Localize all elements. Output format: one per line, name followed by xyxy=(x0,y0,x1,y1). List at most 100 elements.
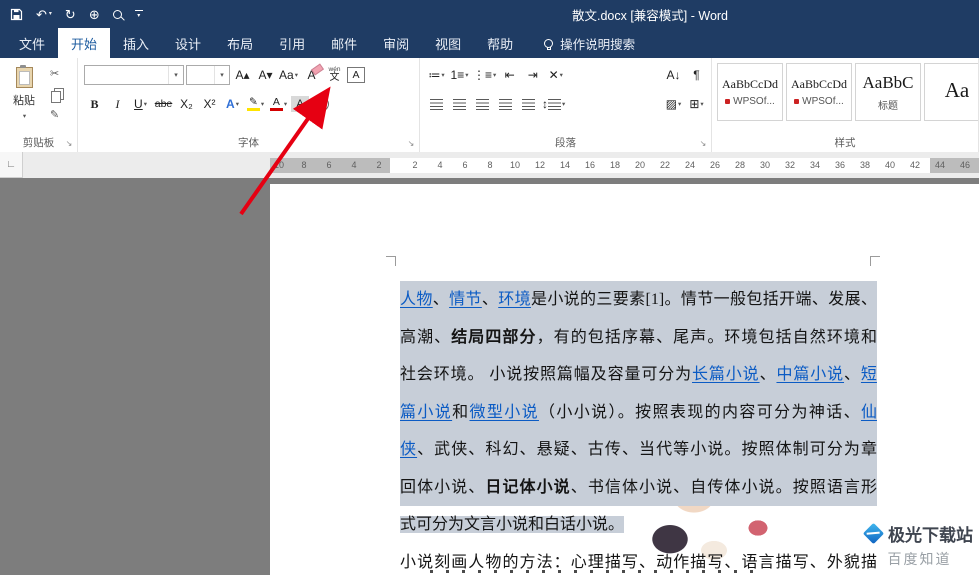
text-run: 、 xyxy=(481,291,499,308)
styles-group-label: 样式 xyxy=(834,137,856,149)
font-size-combo[interactable]: ▾ xyxy=(186,65,230,85)
style-card[interactable]: AaBbCcDd WPSOf... xyxy=(786,63,852,121)
customize-quick-access-icon[interactable]: ▾ xyxy=(135,10,143,19)
ribbon-tab[interactable]: 开始 xyxy=(58,28,111,58)
ribbon-tab[interactable]: 设计 xyxy=(162,28,214,58)
paragraph-dialog-launcher[interactable]: ↘ xyxy=(697,137,709,149)
clipboard-dialog-launcher[interactable]: ↘ xyxy=(63,137,75,149)
character-border-button[interactable]: A xyxy=(347,67,365,83)
cut-icon[interactable]: ✂ xyxy=(50,67,59,80)
chevron-down-icon[interactable]: ▾ xyxy=(49,11,52,17)
text-run: 、武侠、科幻、悬疑、古传、当代等小说。按照体制可分为章 xyxy=(417,441,877,458)
document-area: 人物、情节、环境是小说的三要素[1]。情节一般包括开端、发展、 高潮、结局四部分，… xyxy=(0,178,979,575)
text-effects-button[interactable]: A ▾ xyxy=(222,93,243,115)
align-left-icon xyxy=(430,98,443,110)
shading-button[interactable]: ▨ ▾ xyxy=(663,93,684,115)
style-card[interactable]: AaBbCcDd WPSOf... xyxy=(717,63,783,121)
save-icon[interactable] xyxy=(10,8,23,21)
asian-layout-button[interactable]: ✕ ▾ xyxy=(545,64,566,86)
hyperlink[interactable]: 情节 xyxy=(449,291,482,308)
jiguang-logo-icon xyxy=(862,522,885,545)
chevron-down-icon[interactable]: ▾ xyxy=(214,66,229,84)
italic-button[interactable]: I xyxy=(107,93,128,115)
borders-button[interactable]: ⊞ ▾ xyxy=(686,93,707,115)
clear-formatting-button[interactable]: A xyxy=(301,63,325,86)
multilevel-list-button[interactable]: ⋮≡ ▾ xyxy=(472,64,497,86)
tab-stop-selector[interactable]: ∟ xyxy=(0,152,23,178)
numbering-button[interactable]: 1≡ ▾ xyxy=(449,64,470,86)
ribbon-tab[interactable]: 插入 xyxy=(110,28,162,58)
text-run: 回体小说、 xyxy=(400,478,486,496)
paste-button[interactable]: 粘贴 ▾ xyxy=(5,64,43,130)
hyperlink[interactable]: 篇小说 xyxy=(400,404,452,421)
ribbon-tab[interactable]: 帮助 xyxy=(474,28,526,58)
hyperlink[interactable]: 环境 xyxy=(498,291,531,308)
tell-me-search[interactable]: 操作说明搜索 xyxy=(544,28,635,58)
character-shading-button[interactable]: A xyxy=(291,96,309,112)
sort-button[interactable]: A↓ xyxy=(663,64,684,86)
bullets-button[interactable]: ≔ ▾ xyxy=(426,64,447,86)
hyperlink[interactable]: 人物 xyxy=(400,291,433,308)
ribbon-tab[interactable]: 邮件 xyxy=(318,28,370,58)
ribbon-tab[interactable]: 布局 xyxy=(214,28,266,58)
style-card[interactable]: AaBbC 标题 xyxy=(855,63,921,121)
clipboard-group: 粘贴 ▾ ✂ ✎ 剪贴板 ↘ xyxy=(0,58,78,152)
document-title: 散文.docx [兼容模式] - Word xyxy=(571,8,729,23)
ruler-number: 40 xyxy=(884,160,895,170)
hyperlink[interactable]: 仙 xyxy=(861,404,877,421)
copy-icon[interactable] xyxy=(51,88,64,103)
phonetic-guide-button[interactable]: wén 文 xyxy=(324,64,345,86)
chevron-down-icon[interactable]: ▾ xyxy=(168,66,183,84)
decrease-indent-button[interactable]: ⇤ xyxy=(499,64,520,86)
hyperlink[interactable]: 长篇小说 xyxy=(692,366,760,383)
bold-button[interactable]: B xyxy=(84,93,105,115)
grow-font-button[interactable]: A▴ xyxy=(232,64,253,86)
hyperlink[interactable]: 短 xyxy=(861,366,877,383)
ruler-number: 18 xyxy=(609,160,620,170)
document-page[interactable]: 人物、情节、环境是小说的三要素[1]。情节一般包括开端、发展、 高潮、结局四部分，… xyxy=(270,184,979,575)
quick-access-toolbar: ↶ ▾ ↻ ⊕ ▾ xyxy=(10,0,143,28)
ruler-number: 10 xyxy=(273,160,284,170)
align-left-button[interactable] xyxy=(426,93,447,115)
font-color-button[interactable]: A ▾ xyxy=(268,93,289,115)
ribbon-tab[interactable]: 文件 xyxy=(6,28,58,58)
align-center-button[interactable] xyxy=(449,93,470,115)
show-formatting-marks-button[interactable]: ¶ xyxy=(686,64,707,86)
distribute-button[interactable] xyxy=(518,93,539,115)
font-dialog-launcher[interactable]: ↘ xyxy=(405,137,417,149)
ribbon-tab[interactable]: 引用 xyxy=(266,28,318,58)
ruler-number: 42 xyxy=(909,160,920,170)
highlight-color-button[interactable]: ✎ ▾ xyxy=(245,93,266,115)
print-preview-icon[interactable] xyxy=(112,9,122,19)
text-run: ，有的包括序幕、尾声。环境包括自然环境和 xyxy=(536,328,877,346)
hyperlink[interactable]: 侠 xyxy=(400,441,417,458)
undo-button[interactable]: ↶ ▾ xyxy=(36,8,52,21)
increase-indent-button[interactable]: ⇥ xyxy=(522,64,543,86)
chevron-down-icon[interactable]: ▾ xyxy=(23,112,26,120)
style-name: WPSOf... xyxy=(794,96,844,107)
font-name-combo[interactable]: ▾ xyxy=(84,65,184,85)
format-painter-icon[interactable]: ✎ xyxy=(50,108,59,121)
hyperlink[interactable]: 微型小说 xyxy=(469,404,538,421)
justify-button[interactable] xyxy=(495,93,516,115)
hyperlink[interactable]: 中篇小说 xyxy=(776,366,844,383)
ribbon-tab[interactable]: 审阅 xyxy=(370,28,422,58)
horizontal-ruler[interactable]: 10 8 6 4 2 2 4 6 8 10 12 14 16 18 20 22 24 26 28 30 32 34 36 38… xyxy=(270,158,979,173)
style-card[interactable]: Aa xyxy=(924,63,978,121)
line-spacing-button[interactable]: ↕ ▾ xyxy=(541,93,566,115)
ruler-number: 2 xyxy=(376,160,382,170)
watermark-source: 百度知道 xyxy=(887,551,952,567)
enclose-characters-button[interactable]: 字 xyxy=(311,96,329,112)
touch-mode-icon[interactable]: ⊕ xyxy=(89,8,100,21)
subscript-button[interactable]: X₂ xyxy=(176,93,197,115)
strikethrough-button[interactable]: abe xyxy=(153,93,174,115)
redo-icon[interactable]: ↻ xyxy=(65,8,76,21)
shrink-font-button[interactable]: A▾ xyxy=(255,64,276,86)
underline-button[interactable]: U ▾ xyxy=(130,93,151,115)
change-case-button[interactable]: Aa ▾ xyxy=(278,64,299,86)
style-name: 标题 xyxy=(878,100,898,112)
paragraph-group-label: 段落 xyxy=(555,137,576,149)
align-right-button[interactable] xyxy=(472,93,493,115)
superscript-button[interactable]: X² xyxy=(199,93,220,115)
ribbon-tab[interactable]: 视图 xyxy=(422,28,474,58)
